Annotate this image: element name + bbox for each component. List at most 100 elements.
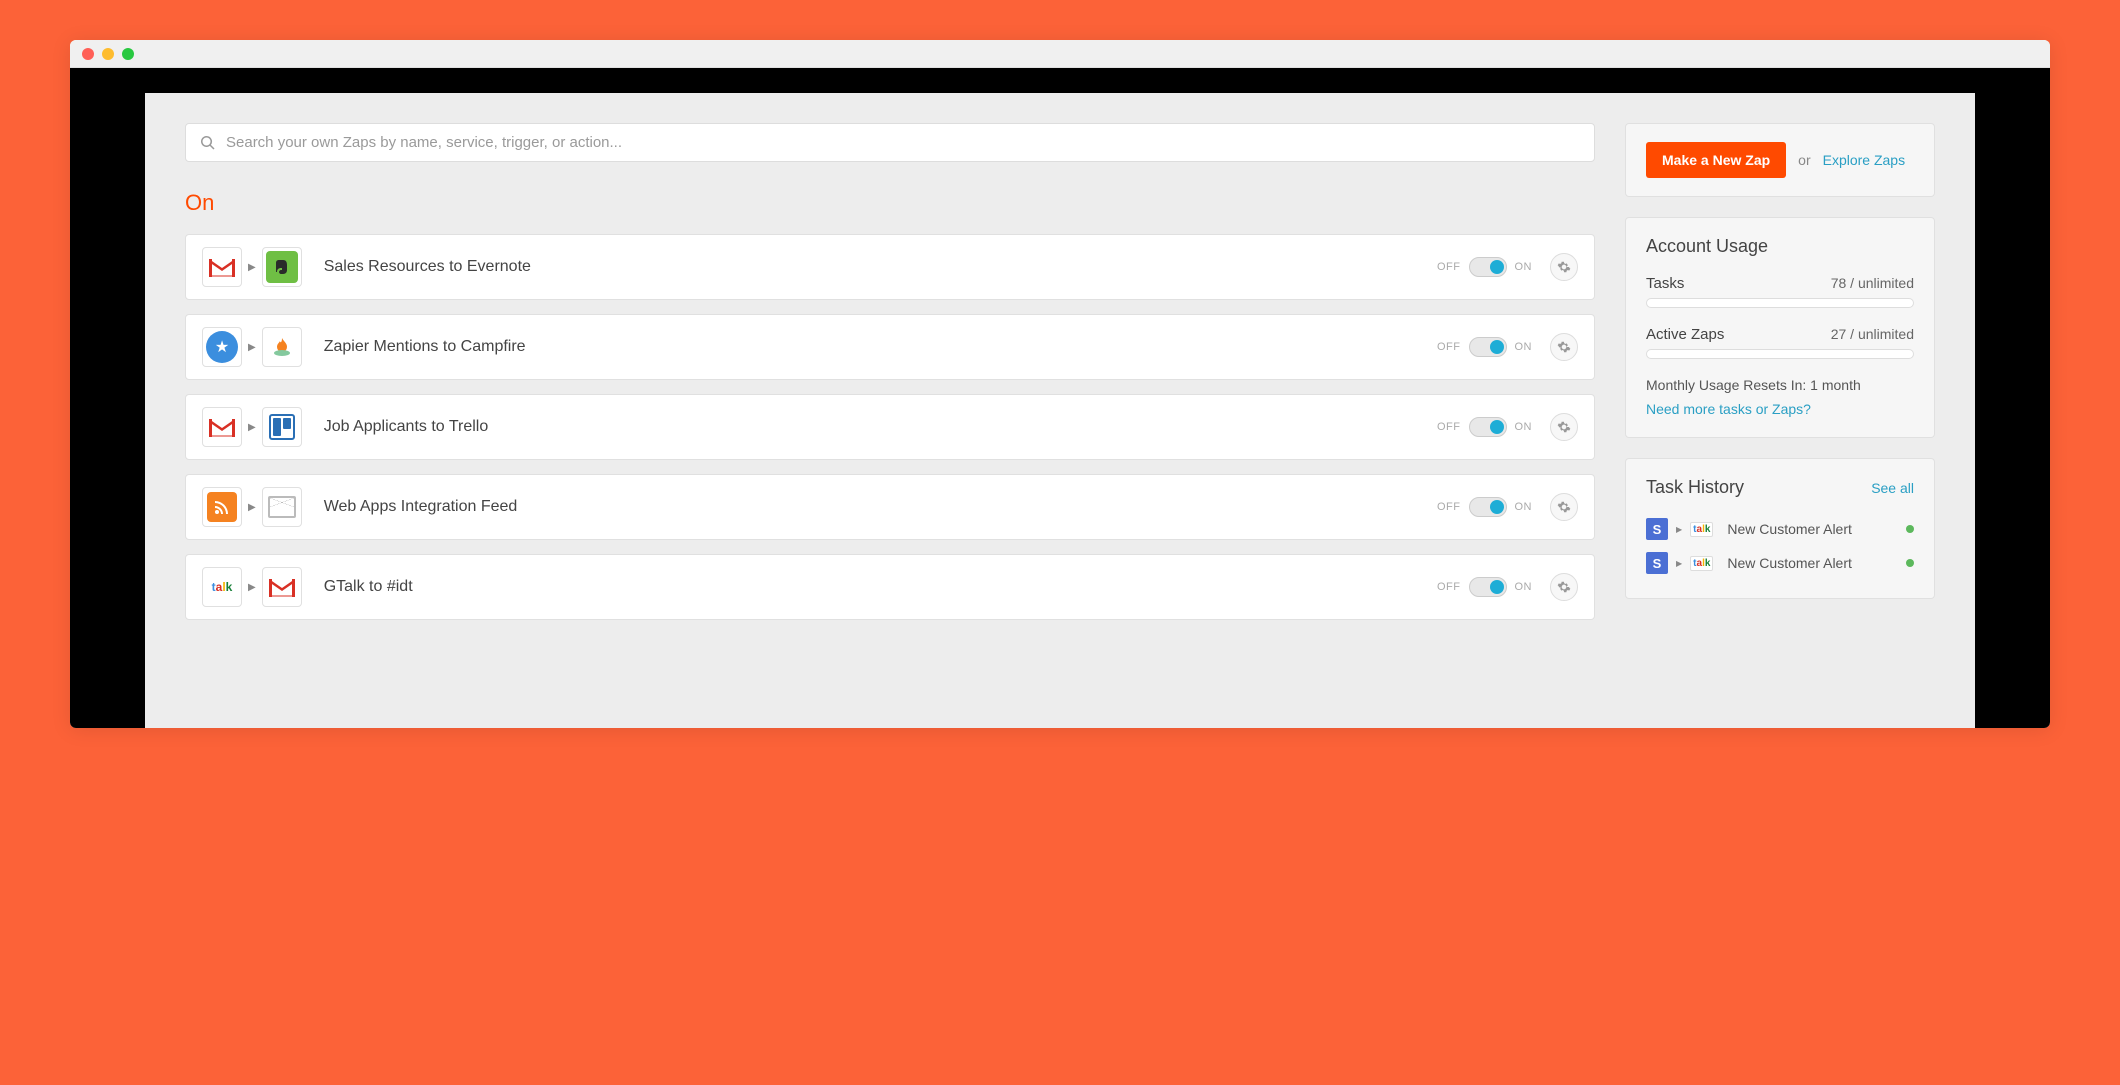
- history-row[interactable]: S ▶ talk New Customer Alert: [1646, 546, 1914, 580]
- zap-toggle[interactable]: [1469, 577, 1507, 597]
- cta-panel: Make a New Zap or Explore Zaps: [1625, 123, 1935, 197]
- zap-name: GTalk to #idt: [324, 578, 1437, 596]
- on-label: ON: [1515, 341, 1533, 353]
- main-column: On ▶Sales Resources to EvernoteOFFON★▶Za…: [185, 123, 1595, 728]
- task-history-panel: Task History See all S ▶ talk New Customer …: [1625, 458, 1935, 599]
- sidebar-column: Make a New Zap or Explore Zaps Account U…: [1625, 123, 1935, 728]
- envelope-icon: [262, 487, 302, 527]
- zap-toggle[interactable]: [1469, 417, 1507, 437]
- history-list: S ▶ talk New Customer Alert S ▶ talk New Custom…: [1646, 512, 1914, 580]
- zap-name: Job Applicants to Trello: [324, 418, 1437, 436]
- zap-toggle[interactable]: [1469, 497, 1507, 517]
- search-icon: [200, 135, 216, 151]
- status-success-icon: [1906, 525, 1914, 533]
- gear-icon: [1557, 260, 1571, 274]
- gmail-icon: [202, 247, 242, 287]
- zap-list: ▶Sales Resources to EvernoteOFFON★▶Zapie…: [185, 234, 1595, 620]
- zap-row[interactable]: ▶Sales Resources to EvernoteOFFON: [185, 234, 1595, 300]
- browser-window: On ▶Sales Resources to EvernoteOFFON★▶Za…: [70, 40, 2050, 728]
- gear-icon: [1557, 340, 1571, 354]
- search-bar[interactable]: [185, 123, 1595, 162]
- history-row[interactable]: S ▶ talk New Customer Alert: [1646, 512, 1914, 546]
- zap-row[interactable]: ▶ Job Applicants to TrelloOFFON: [185, 394, 1595, 460]
- tasks-progress: [1646, 298, 1914, 308]
- history-item-name: New Customer Alert: [1727, 521, 1898, 537]
- status-success-icon: [1906, 559, 1914, 567]
- talk-icon: talk: [202, 567, 242, 607]
- zap-app-icons: ★▶: [202, 327, 302, 367]
- off-label: OFF: [1437, 581, 1461, 593]
- section-on-heading: On: [185, 190, 1595, 216]
- star-icon: ★: [202, 327, 242, 367]
- account-usage-heading: Account Usage: [1646, 236, 1914, 257]
- zap-settings-button[interactable]: [1550, 413, 1578, 441]
- on-label: ON: [1515, 421, 1533, 433]
- arrow-icon: ▶: [248, 502, 256, 513]
- rss-icon: [202, 487, 242, 527]
- active-zaps-value: 27 / unlimited: [1831, 326, 1914, 342]
- minimize-window-button[interactable]: [102, 48, 114, 60]
- zap-row[interactable]: ★▶Zapier Mentions to CampfireOFFON: [185, 314, 1595, 380]
- zap-toggle[interactable]: [1469, 257, 1507, 277]
- maximize-window-button[interactable]: [122, 48, 134, 60]
- zap-toggle-group: OFF ON: [1437, 497, 1532, 517]
- active-zaps-label: Active Zaps: [1646, 326, 1724, 343]
- app-content: On ▶Sales Resources to EvernoteOFFON★▶Za…: [145, 93, 1975, 728]
- zap-toggle-group: OFFON: [1437, 417, 1532, 437]
- zap-settings-button[interactable]: [1550, 333, 1578, 361]
- arrow-icon: ▶: [1676, 559, 1682, 568]
- viewport-frame: On ▶Sales Resources to EvernoteOFFON★▶Za…: [70, 68, 2050, 728]
- cta-or-text: or: [1798, 152, 1810, 168]
- explore-zaps-link[interactable]: Explore Zaps: [1823, 152, 1905, 168]
- arrow-icon: ▶: [248, 582, 256, 593]
- off-label: OFF: [1437, 501, 1461, 513]
- account-usage-panel: Account Usage Tasks 78 / unlimited Activ…: [1625, 217, 1935, 438]
- off-label: OFF: [1437, 261, 1461, 273]
- zap-row[interactable]: ▶ Web Apps Integration FeedOFF ON: [185, 474, 1595, 540]
- zap-app-icons: ▶: [202, 407, 302, 447]
- zap-name: Zapier Mentions to Campfire: [324, 338, 1437, 356]
- zap-toggle-group: OFF ON: [1437, 337, 1532, 357]
- gmail-icon: [202, 407, 242, 447]
- trello-icon: [262, 407, 302, 447]
- tasks-value: 78 / unlimited: [1831, 275, 1914, 291]
- on-label: ON: [1515, 501, 1533, 513]
- zap-toggle-group: OFF ON: [1437, 257, 1532, 277]
- task-history-heading: Task History: [1646, 477, 1744, 498]
- talk-icon: talk: [1690, 522, 1713, 537]
- search-input[interactable]: [226, 134, 1580, 151]
- zap-toggle[interactable]: [1469, 337, 1507, 357]
- zap-toggle-group: OFF ON: [1437, 577, 1532, 597]
- history-item-name: New Customer Alert: [1727, 555, 1898, 571]
- evernote-icon: [262, 247, 302, 287]
- usage-reset-text: Monthly Usage Resets In: 1 month: [1646, 377, 1914, 393]
- zap-settings-button[interactable]: [1550, 493, 1578, 521]
- zap-name: Web Apps Integration Feed: [324, 498, 1437, 516]
- zap-app-icons: ▶: [202, 247, 302, 287]
- talk-icon: talk: [1690, 556, 1713, 571]
- gear-icon: [1557, 500, 1571, 514]
- on-label: ON: [1515, 581, 1533, 593]
- stripe-icon: S: [1646, 518, 1668, 540]
- close-window-button[interactable]: [82, 48, 94, 60]
- zap-settings-button[interactable]: [1550, 573, 1578, 601]
- arrow-icon: ▶: [248, 342, 256, 353]
- see-all-link[interactable]: See all: [1871, 480, 1914, 496]
- make-new-zap-button[interactable]: Make a New Zap: [1646, 142, 1786, 178]
- zap-settings-button[interactable]: [1550, 253, 1578, 281]
- gear-icon: [1557, 420, 1571, 434]
- need-more-link[interactable]: Need more tasks or Zaps?: [1646, 401, 1811, 417]
- zap-app-icons: talk ▶: [202, 567, 302, 607]
- arrow-icon: ▶: [248, 422, 256, 433]
- window-titlebar: [70, 40, 2050, 68]
- zap-row[interactable]: talk ▶ GTalk to #idtOFF ON: [185, 554, 1595, 620]
- arrow-icon: ▶: [1676, 525, 1682, 534]
- zap-app-icons: ▶: [202, 487, 302, 527]
- gear-icon: [1557, 580, 1571, 594]
- active-zaps-progress: [1646, 349, 1914, 359]
- arrow-icon: ▶: [248, 262, 256, 273]
- off-label: OFF: [1437, 341, 1461, 353]
- stripe-icon: S: [1646, 552, 1668, 574]
- on-label: ON: [1515, 261, 1533, 273]
- tasks-label: Tasks: [1646, 275, 1684, 292]
